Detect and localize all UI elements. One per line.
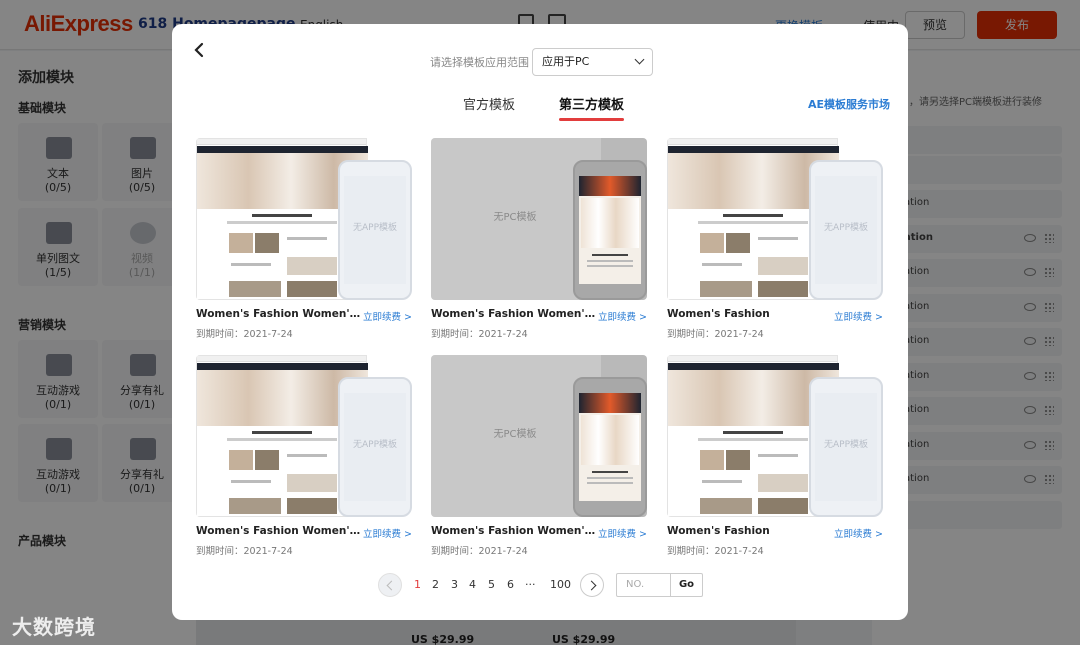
template-title: Women's Fashion Women's Fashion xyxy=(196,525,362,537)
page-6[interactable]: 6 xyxy=(507,578,514,591)
page-2[interactable]: 2 xyxy=(432,578,439,591)
template-title: Women's Fashion xyxy=(667,525,770,537)
template-thumbnail[interactable]: 无PC模板 xyxy=(431,138,647,300)
template-card[interactable]: 无APP模板 Women's Fashion Women's Fashion 立… xyxy=(196,355,412,560)
expire-date: 到期时间：2021-7-24 xyxy=(196,329,293,340)
go-button[interactable]: Go xyxy=(671,573,703,597)
no-app-template-label: 无APP模板 xyxy=(823,223,868,233)
expire-date: 到期时间：2021-7-24 xyxy=(431,546,528,557)
scope-select[interactable]: 应用于PC xyxy=(532,48,653,76)
no-app-template-label: 无APP模板 xyxy=(823,440,868,450)
template-card[interactable]: 无PC模板 Women's Fashion Women's Fashion 立即… xyxy=(431,138,647,343)
template-title: Women's Fashion xyxy=(667,308,770,320)
expire-date: 到期时间：2021-7-24 xyxy=(431,329,528,340)
template-thumbnail[interactable]: 无APP模板 xyxy=(196,138,412,300)
next-page-button[interactable] xyxy=(580,573,604,597)
page-4[interactable]: 4 xyxy=(469,578,476,591)
no-app-template-label: 无APP模板 xyxy=(352,223,397,233)
no-app-template-label: 无APP模板 xyxy=(352,440,397,450)
scope-label: 请选择模板应用范围 xyxy=(430,56,529,69)
renew-link[interactable]: 立即续费 > xyxy=(363,309,412,323)
template-title: Women's Fashion Women's Fashion xyxy=(431,308,597,320)
template-title: Women's Fashion Women's Fashion xyxy=(196,308,362,320)
phone-frame xyxy=(573,377,647,517)
phone-frame: 无APP模板 xyxy=(338,160,412,300)
template-card[interactable]: 无APP模板 Women's Fashion Women's Fashion 立… xyxy=(196,138,412,343)
template-thumbnail[interactable]: 无APP模板 xyxy=(667,138,883,300)
renew-link[interactable]: 立即续费 > xyxy=(834,526,883,540)
template-card[interactable]: 无APP模板 Women's Fashion 立即续费 > 到期时间：2021-… xyxy=(667,355,883,560)
expire-date: 到期时间：2021-7-24 xyxy=(667,329,764,340)
watermark: 大数跨境 xyxy=(12,615,96,639)
template-market-link[interactable]: AE模板服务市场 xyxy=(808,96,890,112)
renew-link[interactable]: 立即续费 > xyxy=(598,526,647,540)
template-thumbnail[interactable]: 无APP模板 xyxy=(196,355,412,517)
tab-third-party-templates[interactable]: 第三方模板 xyxy=(559,94,625,121)
prev-page-button[interactable] xyxy=(378,573,402,597)
phone-frame: 无APP模板 xyxy=(338,377,412,517)
renew-link[interactable]: 立即续费 > xyxy=(363,526,412,540)
phone-frame xyxy=(573,160,647,300)
back-button[interactable] xyxy=(192,42,212,62)
template-thumbnail[interactable]: 无PC模板 xyxy=(431,355,647,517)
page-ellipsis[interactable]: ··· xyxy=(525,578,536,591)
page-100[interactable]: 100 xyxy=(550,578,571,591)
template-select-modal: 请选择模板应用范围 应用于PC 官方模板 第三方模板 AE模板服务市场 无APP… xyxy=(172,24,908,620)
chevron-down-icon xyxy=(634,54,645,65)
chevron-left-icon xyxy=(194,42,204,58)
renew-link[interactable]: 立即续费 > xyxy=(834,309,883,323)
template-card[interactable]: 无APP模板 Women's Fashion 立即续费 > 到期时间：2021-… xyxy=(667,138,883,343)
page-1[interactable]: 1 xyxy=(414,578,421,591)
tab-official-templates[interactable]: 官方模板 xyxy=(463,94,515,113)
expire-date: 到期时间：2021-7-24 xyxy=(667,546,764,557)
template-card[interactable]: 无PC模板 Women's Fashion Women's Fashion 立即… xyxy=(431,355,647,560)
renew-link[interactable]: 立即续费 > xyxy=(598,309,647,323)
template-title: Women's Fashion Women's Fashion xyxy=(431,525,597,537)
page-number-input[interactable]: NO. xyxy=(616,573,671,597)
phone-frame: 无APP模板 xyxy=(809,160,883,300)
expire-date: 到期时间：2021-7-24 xyxy=(196,546,293,557)
phone-frame: 无APP模板 xyxy=(809,377,883,517)
template-thumbnail[interactable]: 无APP模板 xyxy=(667,355,883,517)
page-5[interactable]: 5 xyxy=(488,578,495,591)
page-3[interactable]: 3 xyxy=(451,578,458,591)
